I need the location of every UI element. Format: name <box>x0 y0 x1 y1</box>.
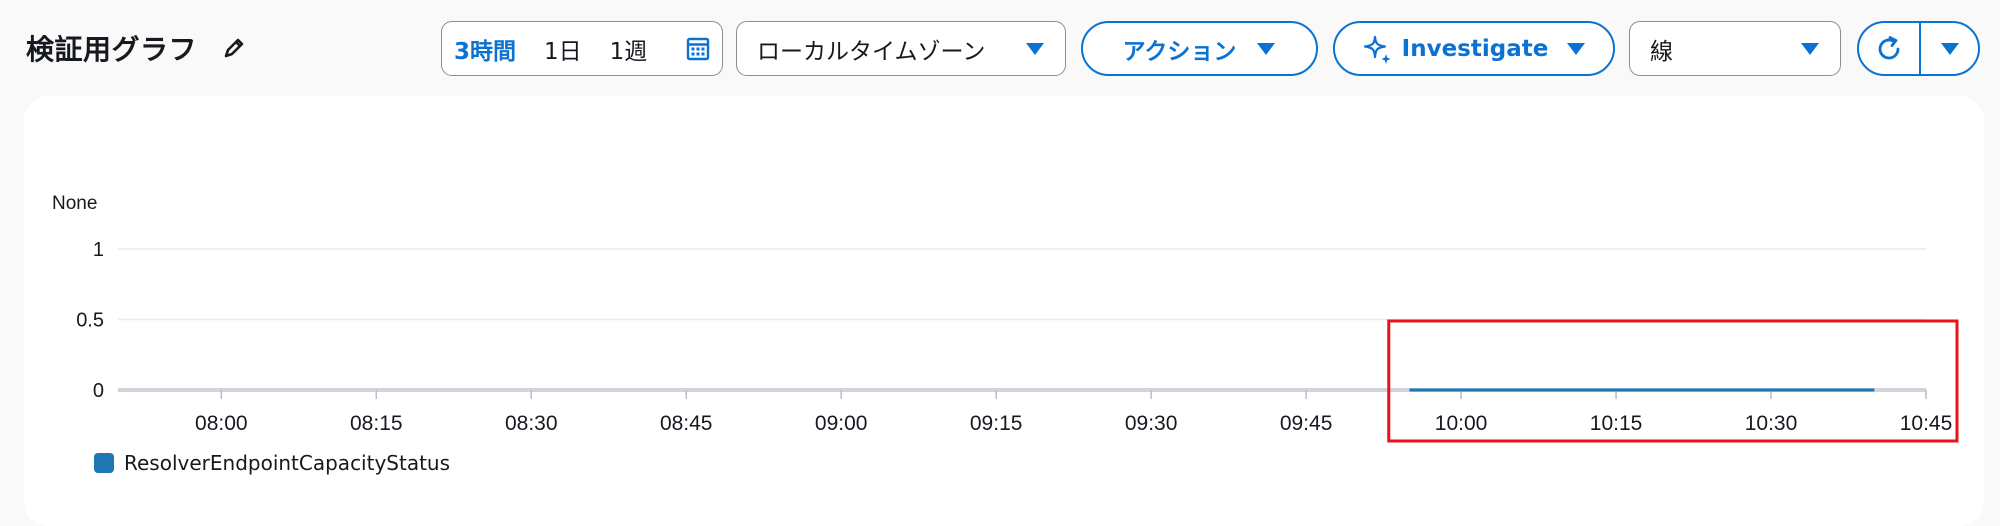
y-tick-label: 0 <box>93 380 104 402</box>
x-tick-label: 09:45 <box>1280 412 1333 435</box>
y-axis-label: None <box>52 193 97 214</box>
chart-legend[interactable]: ResolverEndpointCapacityStatus <box>94 451 450 475</box>
x-tick-label: 10:15 <box>1590 412 1643 435</box>
x-tick-label: 10:30 <box>1745 412 1798 435</box>
chart-axis: None 1 0.5 0 08:00 08:15 08:30 08:45 09:00 09:15 0… <box>52 193 1952 435</box>
line-chart: None 1 0.5 0 08:00 08:15 08:30 08:45 09:00 09:15 0… <box>52 193 1959 443</box>
x-tick-label: 08:00 <box>195 412 248 435</box>
x-tick-label: 10:45 <box>1900 412 1953 435</box>
x-tick-label: 08:30 <box>505 412 558 435</box>
x-tick-label: 08:45 <box>660 412 713 435</box>
legend-label: ResolverEndpointCapacityStatus <box>124 451 451 475</box>
x-tick-label: 09:00 <box>815 412 868 435</box>
x-tick-label: 08:15 <box>350 412 403 435</box>
x-tick-label: 09:15 <box>970 412 1023 435</box>
y-tick-label: 0.5 <box>76 310 104 332</box>
chart-grid <box>118 248 1926 321</box>
x-tick-label: 09:30 <box>1125 412 1178 435</box>
legend-swatch <box>94 453 114 473</box>
y-tick-label: 1 <box>93 239 104 261</box>
x-tick-label: 10:00 <box>1435 412 1488 435</box>
